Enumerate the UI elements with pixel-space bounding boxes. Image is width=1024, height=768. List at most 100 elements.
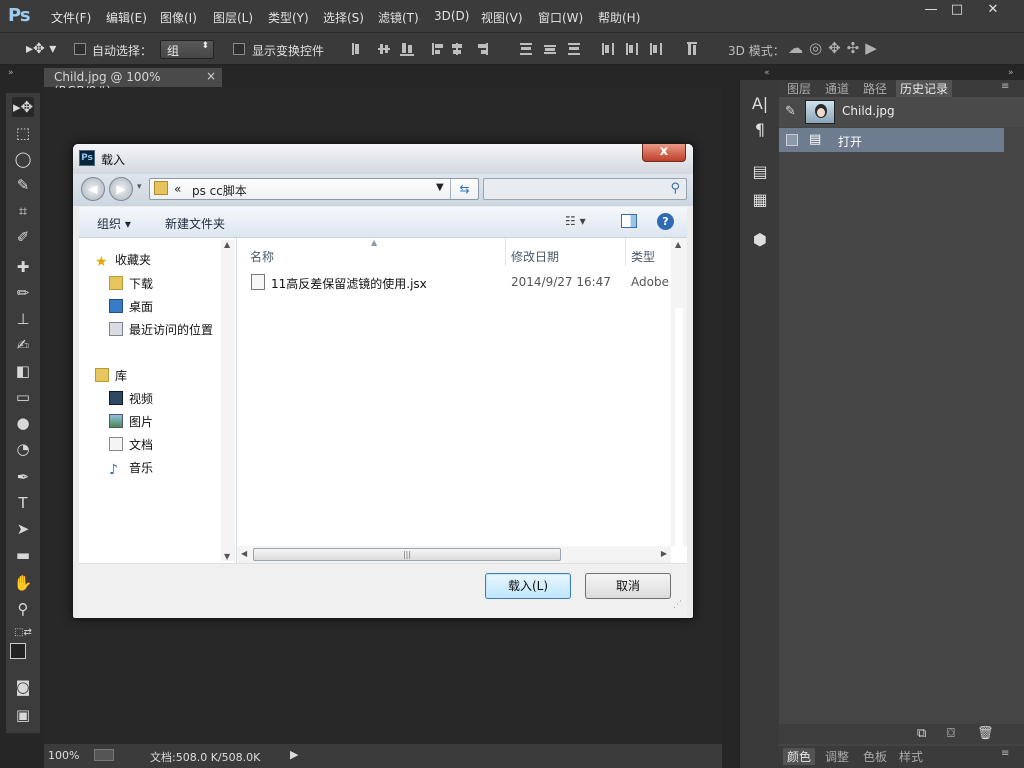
- nav-desktop[interactable]: 桌面: [109, 298, 153, 315]
- close-window-button[interactable]: ✕: [974, 0, 1012, 20]
- auto-select-dropdown[interactable]: 组 ⬍: [160, 40, 214, 59]
- history-brush-tool-icon[interactable]: ✍: [12, 335, 34, 355]
- crop-tool-icon[interactable]: ⌗: [12, 201, 34, 221]
- collapse-toolbox-icon[interactable]: »: [8, 68, 14, 78]
- history-snapshot-row[interactable]: ✎ Child.jpg: [779, 97, 1024, 127]
- move-tool-icon[interactable]: ▸✥: [12, 97, 34, 117]
- quick-select-tool-icon[interactable]: ✎: [12, 175, 34, 195]
- menu-file[interactable]: 文件(F): [51, 9, 91, 26]
- new-folder-button[interactable]: 新建文件夹: [165, 215, 225, 232]
- collapse-dock-icon[interactable]: «: [764, 68, 770, 78]
- trash-icon[interactable]: 🗑: [977, 726, 994, 741]
- show-transform-checkbox[interactable]: [233, 43, 245, 55]
- clone-stamp-tool-icon[interactable]: ⊥: [12, 309, 34, 329]
- type-tool-icon[interactable]: T: [12, 493, 34, 513]
- forward-button[interactable]: ▶: [109, 177, 133, 201]
- list-scroll-up-icon[interactable]: ▲: [675, 240, 681, 249]
- history-dropdown-icon[interactable]: ▾: [137, 182, 142, 192]
- dialog-titlebar[interactable]: Ps 载入 x: [73, 144, 693, 174]
- column-divider[interactable]: [505, 238, 506, 266]
- nav-documents[interactable]: 文档: [109, 436, 153, 453]
- move-tool-preset-icon[interactable]: ▸✥ ▾: [26, 41, 56, 57]
- file-row[interactable]: 11高反差保留滤镜的使用.jsx 2014/9/27 16:47 Adobe: [249, 272, 669, 292]
- menu-type[interactable]: 类型(Y): [268, 9, 309, 26]
- nav-favorites[interactable]: ★ 收藏夹: [95, 251, 151, 269]
- zoom-tool-icon[interactable]: ⚲: [12, 599, 34, 619]
- back-button[interactable]: ◀: [81, 177, 105, 201]
- 3d-mode-icons[interactable]: ☁◎✥✣▶: [788, 39, 883, 57]
- refresh-icon[interactable]: ⇆: [450, 179, 478, 199]
- paragraph-panel-icon[interactable]: ¶: [751, 120, 769, 139]
- dialog-close-button[interactable]: x: [642, 144, 686, 162]
- properties-panel-icon[interactable]: ▤: [751, 162, 769, 181]
- address-path[interactable]: ps cc脚本: [192, 182, 247, 199]
- lasso-tool-icon[interactable]: ◯: [12, 149, 34, 169]
- blur-tool-icon[interactable]: ●: [12, 413, 34, 433]
- status-menu-arrow-icon[interactable]: ▶: [290, 748, 298, 761]
- zoom-level[interactable]: 100%: [48, 749, 79, 762]
- list-hscrollbar[interactable]: ◀ ||| ▶: [237, 546, 671, 563]
- column-divider[interactable]: [625, 238, 626, 266]
- nav-music[interactable]: ♪ 音乐: [109, 459, 153, 477]
- nav-pictures[interactable]: 图片: [109, 413, 153, 430]
- nav-recent[interactable]: 最近访问的位置: [109, 321, 213, 338]
- address-overflow-icon[interactable]: «: [174, 182, 181, 196]
- rectangle-tool-icon[interactable]: ▬: [12, 545, 34, 565]
- character-panel-icon[interactable]: A|: [751, 94, 769, 113]
- nav-library[interactable]: 库: [95, 367, 127, 384]
- bottom-panel-menu-icon[interactable]: ≡: [1001, 748, 1009, 759]
- quick-mask-icon[interactable]: ◙: [12, 677, 34, 697]
- eyedropper-tool-icon[interactable]: ✐: [12, 227, 34, 247]
- tab-color[interactable]: 颜色: [783, 748, 816, 765]
- notes-panel-icon[interactable]: ▦: [751, 190, 769, 209]
- nav-scroll-up-icon[interactable]: ▲: [224, 240, 230, 249]
- list-scroll-left-icon[interactable]: ◀: [241, 549, 247, 558]
- eraser-tool-icon[interactable]: ◧: [12, 361, 34, 381]
- menu-view[interactable]: 视图(V): [481, 9, 523, 26]
- column-date[interactable]: 修改日期: [511, 248, 559, 265]
- panel-menu-icon[interactable]: ≡: [1001, 81, 1009, 92]
- maximize-button[interactable]: □: [940, 0, 974, 20]
- help-icon[interactable]: ?: [657, 213, 674, 230]
- list-scroll-right-icon[interactable]: ▶: [661, 549, 667, 558]
- tab-styles[interactable]: 样式: [895, 748, 927, 765]
- nav-scroll-down-icon[interactable]: ▼: [224, 552, 230, 561]
- history-item-open[interactable]: ▤ 打开: [779, 128, 1004, 152]
- nav-videos[interactable]: 视频: [109, 390, 153, 407]
- nav-downloads[interactable]: 下载: [109, 275, 153, 292]
- gradient-tool-icon[interactable]: ▭: [12, 387, 34, 407]
- auto-select-checkbox[interactable]: [74, 43, 86, 55]
- tab-layers[interactable]: 图层: [783, 80, 815, 97]
- menu-image[interactable]: 图像(I): [160, 9, 197, 26]
- address-bar[interactable]: « ps cc脚本 ▼ ⇆: [149, 178, 479, 200]
- tab-paths[interactable]: 路径: [859, 80, 891, 97]
- view-options-icon[interactable]: ☷ ▾: [565, 214, 586, 228]
- hand-tool-icon[interactable]: ✋: [12, 573, 34, 593]
- align-distribute-icons[interactable]: [350, 41, 710, 57]
- document-tab[interactable]: Child.jpg @ 100%(RGB/8#) ×: [44, 68, 222, 98]
- preview-pane-icon[interactable]: [621, 214, 637, 228]
- menu-filter[interactable]: 滤镜(T): [378, 9, 419, 26]
- path-select-tool-icon[interactable]: ➤: [12, 519, 34, 539]
- load-button[interactable]: 载入(L): [485, 573, 571, 599]
- tab-channels[interactable]: 通道: [821, 80, 853, 97]
- dodge-tool-icon[interactable]: ◔: [12, 439, 34, 459]
- column-name[interactable]: 名称: [250, 248, 274, 265]
- search-field[interactable]: ⚲: [483, 178, 687, 200]
- marquee-tool-icon[interactable]: ⬚: [12, 123, 34, 143]
- foreground-color-swatch[interactable]: [10, 643, 26, 659]
- address-dropdown-icon[interactable]: ▼: [436, 182, 444, 193]
- cancel-button[interactable]: 取消: [585, 573, 671, 599]
- tab-adjustments[interactable]: 调整: [821, 748, 853, 765]
- healing-brush-tool-icon[interactable]: ✚: [12, 257, 34, 277]
- menu-layer[interactable]: 图层(L): [213, 9, 253, 26]
- menu-help[interactable]: 帮助(H): [598, 9, 640, 26]
- swap-colors-icon[interactable]: ⬚⇄: [12, 623, 34, 643]
- pen-tool-icon[interactable]: ✒: [12, 467, 34, 487]
- column-type[interactable]: 类型: [631, 248, 655, 265]
- list-vscrollbar[interactable]: ▲: [671, 238, 687, 546]
- nav-scrollbar[interactable]: ▲ ▼: [221, 240, 235, 561]
- list-hscroll-thumb[interactable]: |||: [253, 548, 561, 561]
- 3d-panel-icon[interactable]: ⬢: [751, 230, 769, 249]
- camera-snapshot-icon[interactable]: ⌼: [947, 726, 955, 741]
